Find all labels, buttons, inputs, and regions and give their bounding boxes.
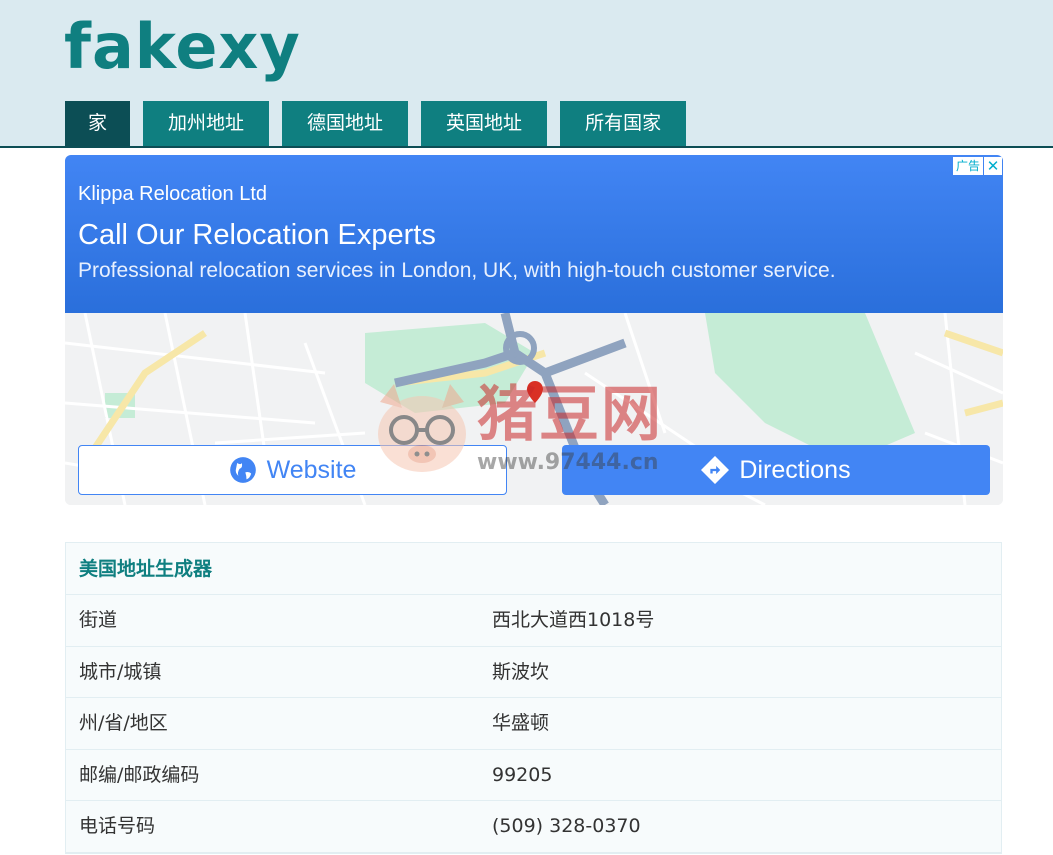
nav-item-home[interactable]: 家	[65, 101, 131, 146]
row-key: 州/省/地区	[79, 712, 168, 734]
globe-icon	[229, 457, 256, 483]
ad-banner[interactable]: Klippa Relocation Ltd Call Our Relocatio…	[65, 155, 1003, 505]
row-value: (509) 328-0370	[492, 815, 641, 837]
row-key: 城市/城镇	[79, 660, 162, 683]
table-row: 电话号码 (509) 328-0370	[66, 801, 1001, 853]
row-key: 街道	[79, 609, 118, 631]
website-button[interactable]: Website	[78, 445, 507, 495]
ad-company: Klippa Relocation Ltd	[78, 183, 268, 205]
row-key: 电话号码	[79, 815, 156, 837]
directions-button[interactable]: Directions	[562, 445, 990, 495]
nav-item-california[interactable]: 加州地址	[143, 101, 270, 146]
table-title: 美国地址生成器	[66, 543, 1001, 595]
nav-item-germany[interactable]: 德国地址	[282, 101, 409, 146]
row-value: 99205	[492, 763, 553, 786]
ad-close-icon[interactable]: ✕	[984, 157, 1002, 175]
nav-item-all-countries[interactable]: 所有国家	[560, 101, 687, 146]
main-nav: 家 加州地址 德国地址 英国地址 所有国家	[65, 101, 699, 146]
directions-label: Directions	[739, 455, 851, 484]
ad-header[interactable]: Klippa Relocation Ltd Call Our Relocatio…	[65, 155, 1003, 313]
site-header: fakexy 家 加州地址 德国地址 英国地址 所有国家	[0, 0, 1053, 148]
table-row: 州/省/地区 华盛顿	[66, 698, 1001, 750]
directions-icon	[701, 456, 730, 484]
row-value: 西北大道西1018号	[492, 609, 655, 631]
address-table: 美国地址生成器 街道 西北大道西1018号 城市/城镇 斯波坎 州/省/地区 华…	[65, 542, 1002, 854]
row-value: 华盛顿	[492, 712, 550, 734]
ad-description: Professional relocation services in Lond…	[78, 259, 836, 282]
ad-headline[interactable]: Call Our Relocation Experts	[78, 219, 436, 252]
row-value: 斯波坎	[492, 660, 550, 683]
ad-badge[interactable]: 广告	[952, 157, 983, 175]
website-label: Website	[266, 455, 357, 484]
table-row: 街道 西北大道西1018号	[66, 595, 1001, 647]
table-row: 城市/城镇 斯波坎	[66, 647, 1001, 698]
row-key: 邮编/邮政编码	[79, 763, 200, 786]
site-logo[interactable]: fakexy	[64, 12, 301, 82]
nav-item-uk[interactable]: 英国地址	[421, 101, 548, 146]
table-row: 邮编/邮政编码 99205	[66, 750, 1001, 801]
